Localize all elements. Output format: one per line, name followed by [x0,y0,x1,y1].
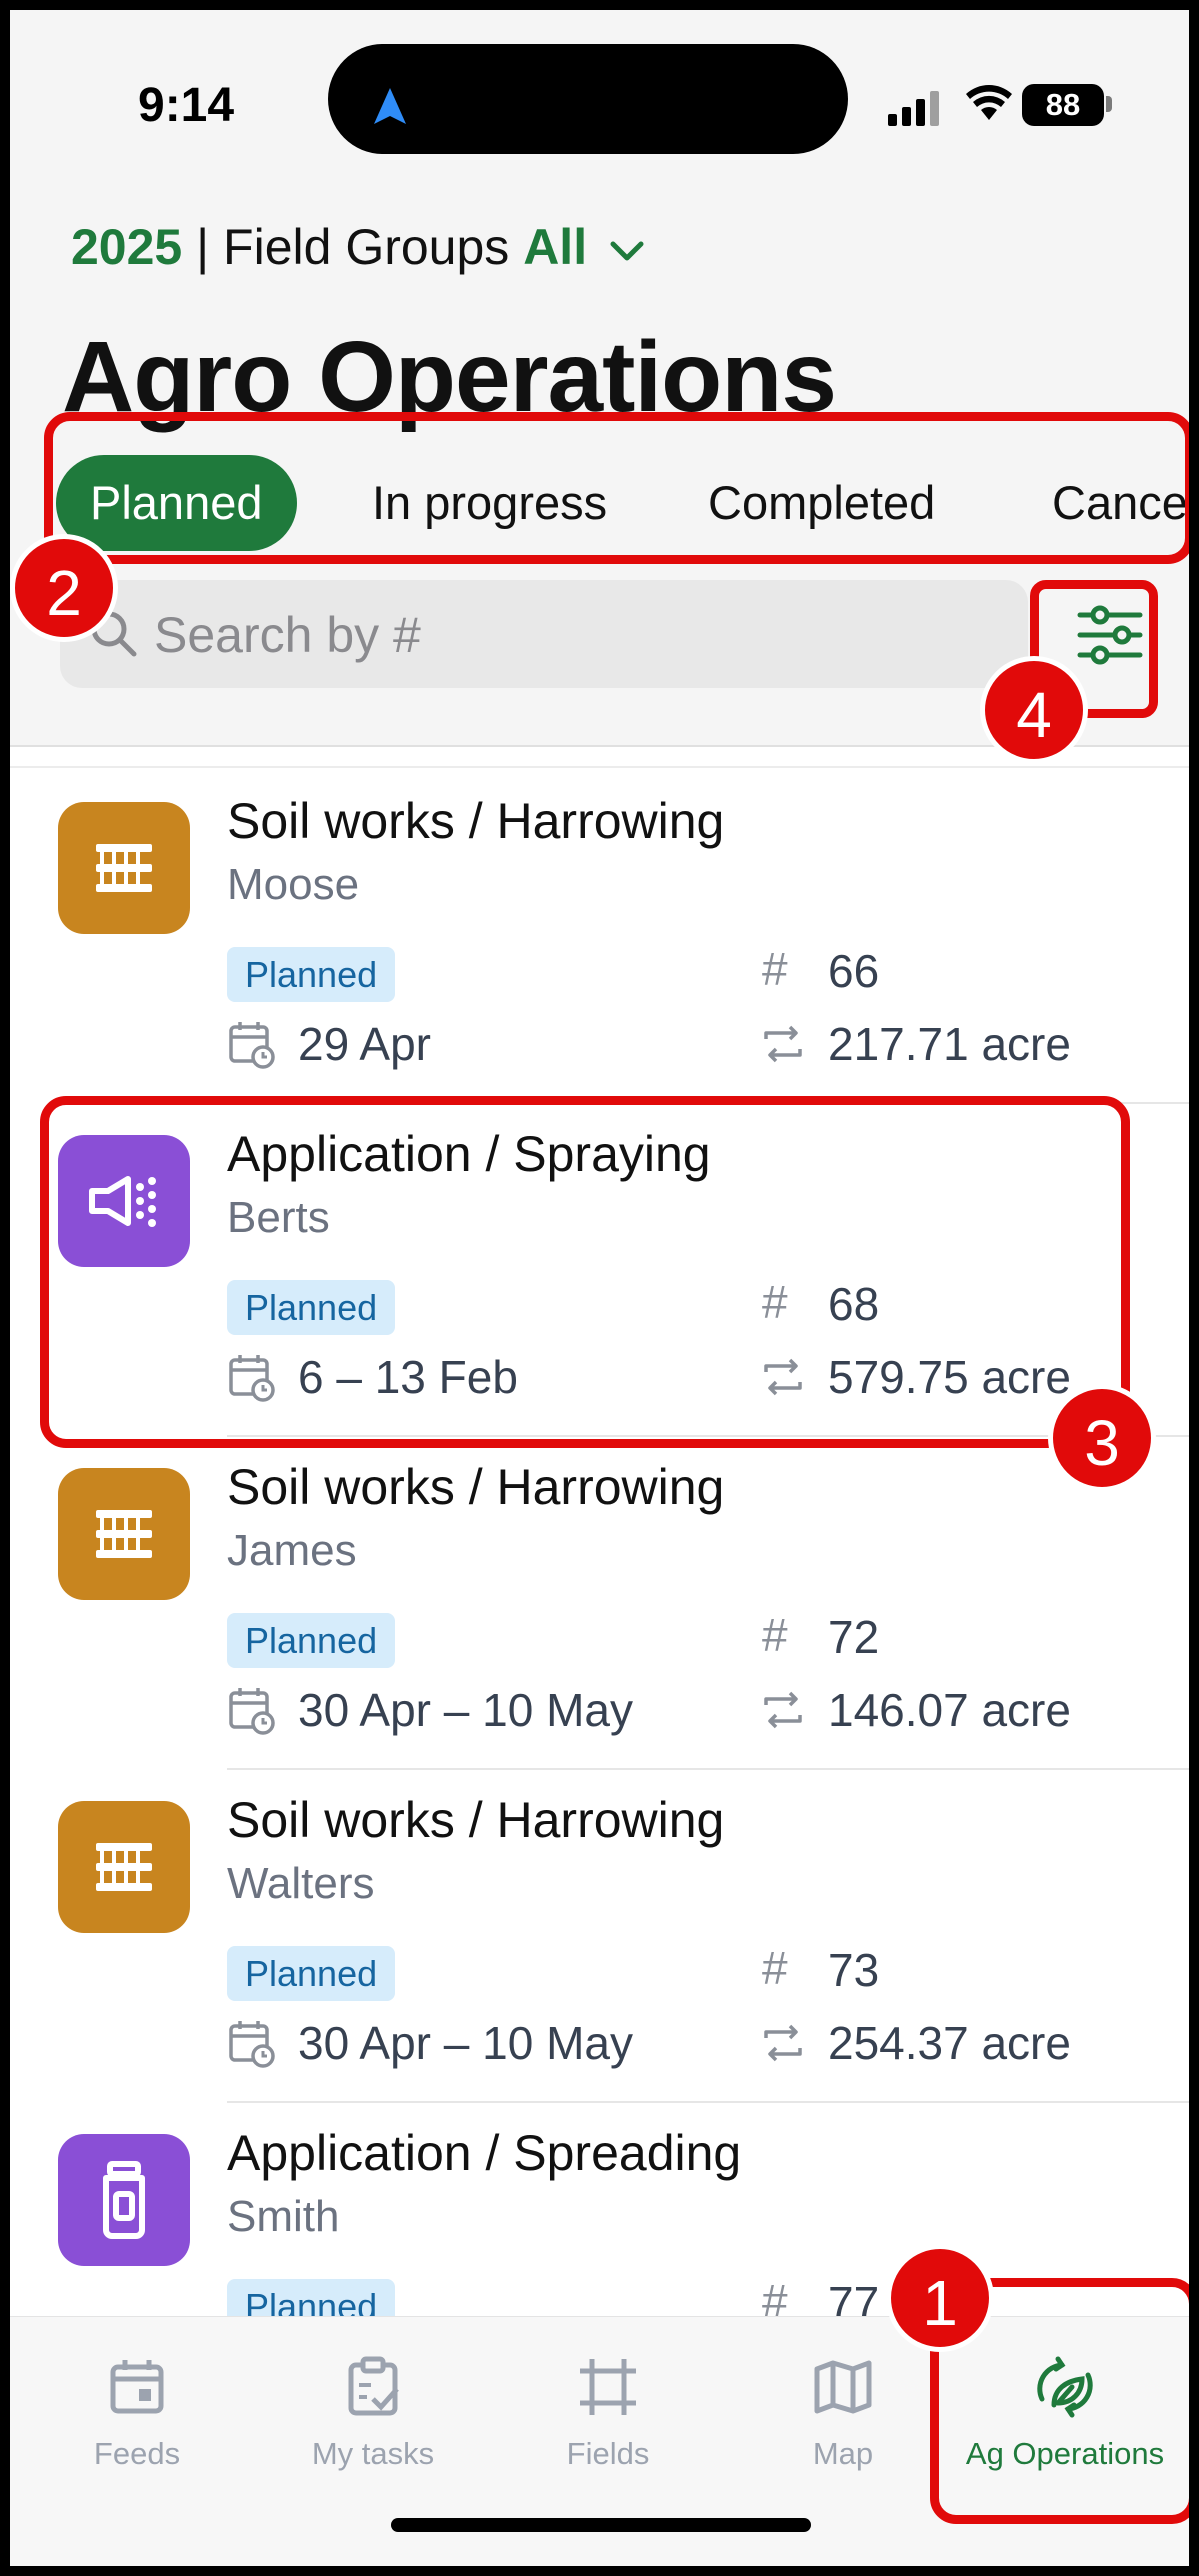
operation-number: 72 [828,1611,880,1663]
calendar-icon [110,2360,164,2414]
hash-icon: # [762,943,788,995]
cellular-signal-icon [888,91,939,126]
status-time: 9:14 [138,79,235,132]
operation-name: Soil works / Harrowing [227,1792,725,1848]
wifi-icon [966,85,1012,120]
location-arrow-icon [374,88,406,124]
list-top-divider [10,766,1189,768]
operation-date: 30 Apr – 10 May [298,1684,633,1736]
repeat-area-icon [764,2024,802,2062]
annotation-marker-3: 3 [1048,1384,1156,1492]
operation-area: 217.71 acre [828,1018,1071,1070]
operation-row[interactable]: Soil works / Harrowing Moose Planned # 6… [10,772,1189,1104]
season-year[interactable]: 2025 [71,219,182,275]
status-badge: Planned [227,1613,396,1668]
app-screen: 9:14 88 2025 | Field Groups All Agro Ope… [10,10,1189,2566]
season-field-group-selector[interactable]: 2025 | Field Groups All [71,218,645,276]
harrow-icon [58,1801,190,1933]
field-groups-label: Field Groups [223,219,510,275]
operation-assignee: James [227,1526,357,1575]
clipboard-check-icon [348,2356,399,2416]
annotation-marker-2: 2 [10,534,118,642]
operation-assignee: Walters [227,1859,375,1908]
spreader-icon [58,2134,190,2266]
hash-icon: # [762,1942,788,1994]
operation-area: 146.07 acre [828,1684,1071,1736]
annotation-marker-4: 4 [980,656,1088,764]
tabbar-label: My tasks [311,2436,435,2471]
operation-number: 66 [828,945,880,997]
home-indicator[interactable] [391,2518,811,2532]
operation-assignee: Moose [227,860,360,909]
operation-number: 73 [828,1944,880,1996]
operation-area: 254.37 acre [828,2017,1071,2069]
calendar-clock-icon [229,1688,275,1735]
status-badge: Planned [227,1946,396,2001]
tabbar-my-tasks[interactable]: My tasks [258,2355,488,2472]
calendar-clock-icon [229,2021,275,2068]
battery-tip [1106,96,1112,112]
battery-indicator: 88 [1022,84,1104,126]
operation-date: 30 Apr – 10 May [298,2017,633,2069]
calendar-clock-icon [229,1022,275,1069]
annotation-box-operation [40,1096,1130,1448]
operation-row[interactable]: Soil works / Harrowing James Planned # 7… [10,1438,1189,1770]
operation-name: Soil works / Harrowing [227,793,725,849]
operation-row[interactable]: Soil works / Harrowing Walters Planned #… [10,1771,1189,2103]
tabbar-label: Fields [566,2436,650,2471]
tabbar-feeds[interactable]: Feeds [22,2355,252,2472]
field-groups-value[interactable]: All [523,219,587,275]
separator: | [196,219,210,275]
harrow-icon [58,1468,190,1600]
operation-name: Soil works / Harrowing [227,1459,725,1515]
tabbar-map[interactable]: Map [728,2355,958,2472]
search-input[interactable] [152,580,996,690]
chevron-down-icon[interactable] [609,239,645,263]
operation-name: Application / Spreading [227,2125,742,2181]
status-badge: Planned [227,947,396,1002]
tabbar-fields[interactable]: Fields [493,2355,723,2472]
phone-frame: 9:14 88 2025 | Field Groups All Agro Ope… [0,0,1199,2576]
annotation-marker-1: 1 [886,2244,994,2352]
repeat-area-icon [764,1691,802,1729]
tabbar-label: Map [812,2436,874,2471]
map-icon [814,2360,872,2414]
annotation-box-tabs [44,412,1189,564]
tabbar-label: Feeds [93,2436,181,2471]
field-frame-icon [580,2359,636,2415]
hash-icon: # [762,1609,788,1661]
operation-assignee: Smith [227,2192,340,2241]
dynamic-island [328,44,848,154]
row-divider [227,1768,1189,1770]
harrow-icon [58,802,190,934]
repeat-area-icon [764,1025,802,1063]
search-bar[interactable] [60,580,1028,690]
operation-date: 29 Apr [298,1018,431,1070]
row-divider [227,2101,1189,2103]
